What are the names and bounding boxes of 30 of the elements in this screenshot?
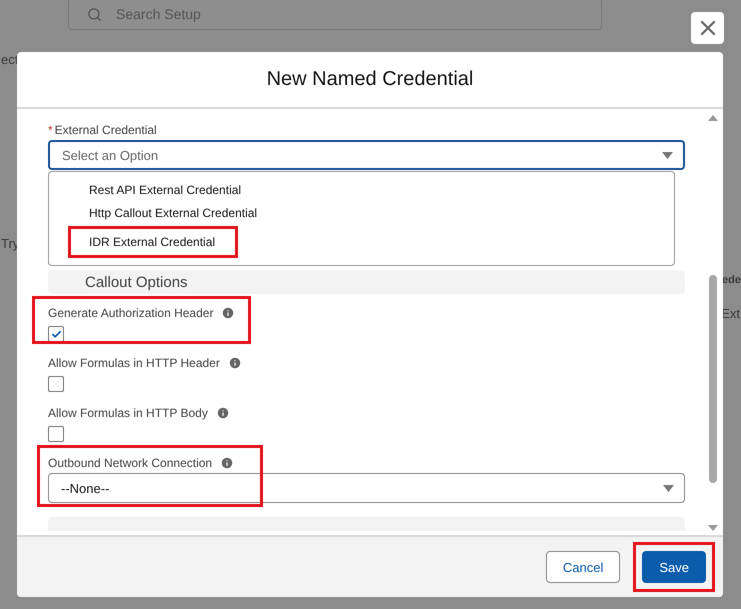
save-button[interactable]: Save: [642, 551, 706, 583]
field-label: Outbound Network Connection: [48, 456, 212, 470]
cancel-button[interactable]: Cancel: [546, 551, 620, 583]
info-icon: [221, 306, 236, 320]
dropdown-option[interactable]: Rest API External Credential: [89, 178, 242, 201]
checkbox[interactable]: [48, 326, 64, 342]
field-label: Allow Formulas in HTTP Header: [48, 356, 220, 370]
info-icon: [228, 356, 242, 370]
checkbox[interactable]: [48, 376, 64, 392]
required-mark: *: [48, 123, 53, 137]
modal-title: New Named Credential: [266, 68, 474, 91]
field-label: External Credential: [54, 123, 157, 137]
info-icon: [220, 456, 234, 470]
dropdown-option[interactable]: Http Callout External Credential: [89, 202, 258, 224]
caret-icon: [662, 152, 673, 158]
search-icon: [87, 6, 102, 22]
outbound-connection-select[interactable]: --None--: [48, 473, 685, 503]
checkmark-icon: [50, 328, 62, 340]
section-header: Callout Options: [48, 270, 685, 294]
close-button[interactable]: [691, 12, 724, 44]
dropdown-option[interactable]: IDR External Credential: [89, 231, 216, 254]
search-placeholder: Search Setup: [116, 6, 201, 22]
field-label: Allow Formulas in HTTP Body: [48, 406, 208, 420]
external-credential-select[interactable]: Select an Option: [48, 140, 685, 170]
info-icon: [216, 406, 230, 420]
checkbox[interactable]: [48, 426, 64, 442]
caret-icon: [663, 484, 674, 492]
field-label: Generate Authorization Header: [48, 306, 214, 320]
background-text: ect: [1, 52, 18, 67]
background-text: ede: [722, 274, 741, 286]
